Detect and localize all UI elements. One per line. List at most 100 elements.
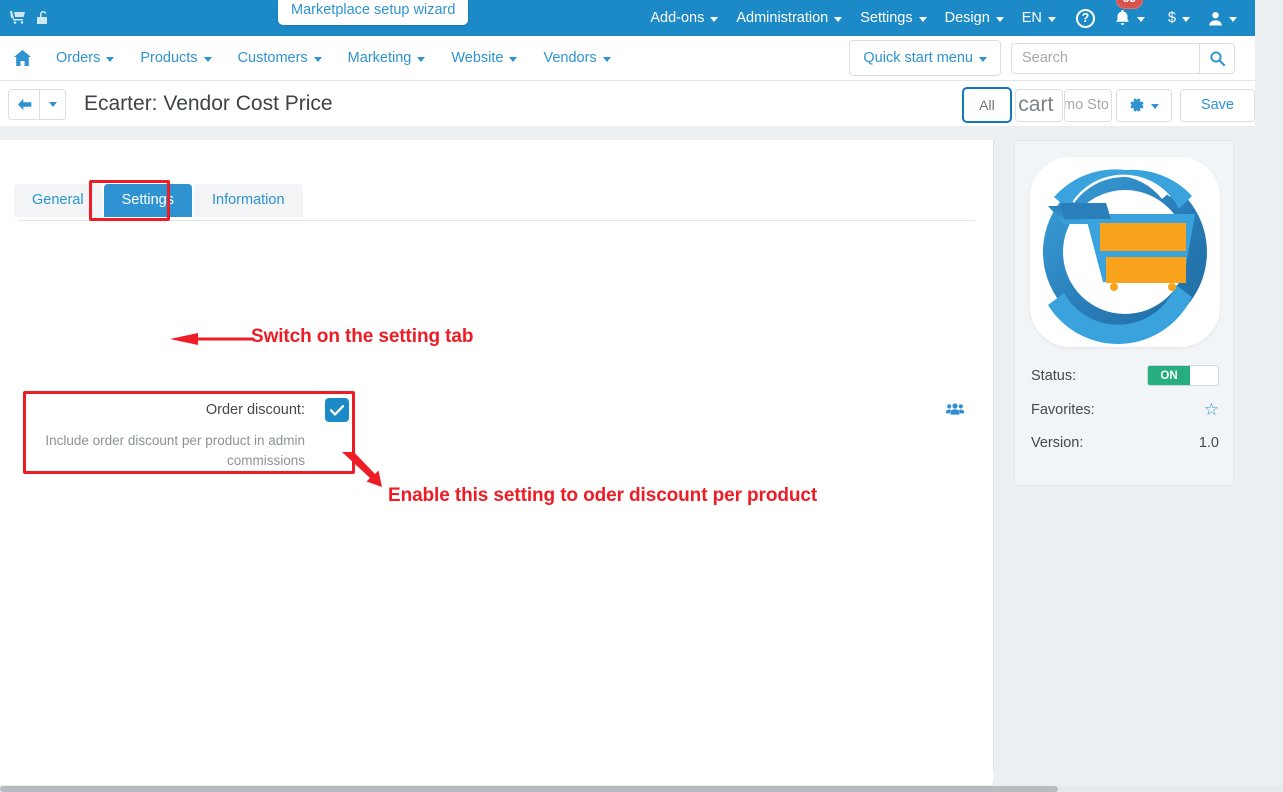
arrow-left-icon (17, 98, 31, 110)
search-input[interactable] (1011, 42, 1199, 74)
back-button-group (8, 88, 66, 120)
language-selector-label: EN (1021, 10, 1042, 26)
storefront-cs-cart-button[interactable]: s cart (1014, 88, 1063, 122)
nav-item-website[interactable]: Website (438, 36, 530, 81)
nav-item-website-label: Website (451, 50, 504, 66)
order-discount-description: Include order discount per product in ad… (45, 433, 305, 468)
tab-bar-divider (18, 220, 975, 221)
topbar-menu-administration-label: Administration (736, 10, 829, 26)
unlock-icon[interactable] (36, 10, 50, 26)
navbar-right-filler (1255, 36, 1283, 82)
topbar-menu-administration[interactable]: Administration (727, 0, 851, 36)
annotation-arrow-to-checkbox (342, 452, 382, 487)
chevron-down-icon (1182, 16, 1190, 22)
chevron-down-icon (1150, 103, 1159, 109)
language-selector[interactable]: EN (1013, 0, 1065, 36)
horizontal-scrollbar[interactable] (0, 786, 1283, 792)
annotation-text-switch-settings: Switch on the setting tab (251, 326, 474, 347)
user-menu[interactable] (1199, 0, 1255, 36)
search-group (1011, 42, 1235, 74)
topbar-menu-design-label: Design (944, 10, 990, 26)
back-button[interactable] (8, 88, 40, 120)
topbar-menu-addons-label: Add-ons (650, 10, 705, 26)
main-content-card: General Settings Information Switch on t… (0, 140, 994, 785)
check-icon (330, 404, 344, 416)
nav-item-customers-label: Customers (237, 50, 308, 66)
marketplace-setup-wizard-pill[interactable]: Marketplace setup wizard (278, 0, 469, 25)
topbar-menu-settings-label: Settings (860, 10, 913, 26)
chevron-down-icon (203, 56, 212, 62)
top-bar: Marketplace setup wizard Add-ons Adminis… (0, 0, 1255, 36)
nav-item-customers[interactable]: Customers (225, 36, 335, 81)
annotation-arrow-to-settings-tab (170, 333, 254, 345)
storefront-demo-store-button[interactable]: emo Sto (1063, 88, 1112, 122)
settings-gear-button[interactable] (1115, 88, 1172, 122)
chevron-down-icon (1229, 16, 1237, 22)
chevron-down-icon (710, 16, 719, 22)
status-toggle[interactable]: ON (1147, 365, 1219, 386)
addon-info-sidebar: Status: ON Favorites: ☆ Version: 1.0 (1014, 140, 1234, 486)
topbar-menu-design[interactable]: Design (936, 0, 1013, 36)
addon-logo (1030, 157, 1220, 347)
nav-item-vendors[interactable]: Vendors (530, 36, 623, 81)
sidebar-row-favorites: Favorites: ☆ (1031, 401, 1219, 418)
favorites-label: Favorites: (1031, 401, 1095, 418)
favorite-star-icon[interactable]: ☆ (1204, 401, 1219, 418)
gear-icon (1130, 98, 1144, 112)
quick-start-menu-label: Quick start menu (863, 50, 973, 66)
tab-settings[interactable]: Settings (103, 184, 192, 217)
horizontal-scrollbar-thumb[interactable] (0, 786, 1058, 792)
home-icon[interactable] (0, 36, 43, 81)
topbar-menu-settings[interactable]: Settings (851, 0, 935, 36)
usergroup-icon[interactable] (946, 402, 964, 422)
storefront-all-button[interactable]: All (961, 87, 1012, 123)
sidebar-row-status: Status: ON (1031, 365, 1219, 386)
nav-item-products-label: Products (140, 50, 198, 66)
chevron-down-icon (417, 56, 426, 62)
currency-selector[interactable]: $ (1159, 0, 1199, 36)
nav-item-marketing[interactable]: Marketing (335, 36, 439, 81)
order-discount-label: Order discount: (205, 402, 305, 418)
page-title: Ecarter: Vendor Cost Price (84, 92, 333, 115)
nav-item-orders[interactable]: Orders (43, 36, 127, 81)
currency-selector-label: $ (1167, 10, 1176, 26)
nav-item-vendors-label: Vendors (543, 50, 597, 66)
storefront-demo-store-label: emo Sto (1063, 97, 1109, 113)
chevron-down-icon (979, 56, 987, 62)
search-button[interactable] (1199, 42, 1235, 74)
sidebar-row-version: Version: 1.0 (1031, 435, 1219, 451)
chevron-down-icon (995, 16, 1004, 22)
title-action-buttons: All s cart emo Sto Save (961, 87, 1255, 123)
tab-bar: General Settings Information (14, 184, 305, 217)
notifications-button[interactable]: 55 (1106, 0, 1159, 36)
chevron-down-icon (313, 56, 322, 62)
save-button[interactable]: Save (1179, 88, 1255, 122)
nav-item-marketing-label: Marketing (347, 50, 412, 66)
back-dropdown-button[interactable] (40, 88, 66, 120)
tab-general[interactable]: General (14, 184, 102, 217)
chevron-down-icon (918, 16, 927, 22)
order-discount-checkbox[interactable] (325, 398, 349, 422)
cs-cart-logo-icon (1030, 157, 1220, 347)
storefront-cs-cart-label: s cart (1016, 93, 1054, 116)
status-label: Status: (1031, 367, 1077, 384)
status-toggle-on-label: ON (1148, 366, 1190, 385)
help-button[interactable]: ? (1065, 0, 1106, 36)
chevron-down-icon (1047, 16, 1056, 22)
content-bottom-strip (0, 771, 994, 779)
chevron-down-icon (48, 101, 57, 107)
chevron-down-icon (509, 56, 518, 62)
nav-item-products[interactable]: Products (127, 36, 224, 81)
quick-start-menu-button[interactable]: Quick start menu (849, 40, 1001, 76)
cart-icon[interactable] (10, 10, 26, 26)
help-icon: ? (1075, 8, 1095, 28)
topbar-menu-addons[interactable]: Add-ons (641, 0, 727, 36)
user-icon (1209, 11, 1222, 25)
annotation-text-enable-setting: Enable this setting to oder discount per… (388, 485, 818, 506)
tab-information[interactable]: Information (194, 184, 303, 217)
chevron-down-icon (1136, 16, 1145, 22)
titlebar-right-filler (1255, 82, 1283, 126)
nav-item-orders-label: Orders (56, 50, 101, 66)
chevron-down-icon (106, 56, 115, 62)
bell-icon (1116, 10, 1129, 25)
